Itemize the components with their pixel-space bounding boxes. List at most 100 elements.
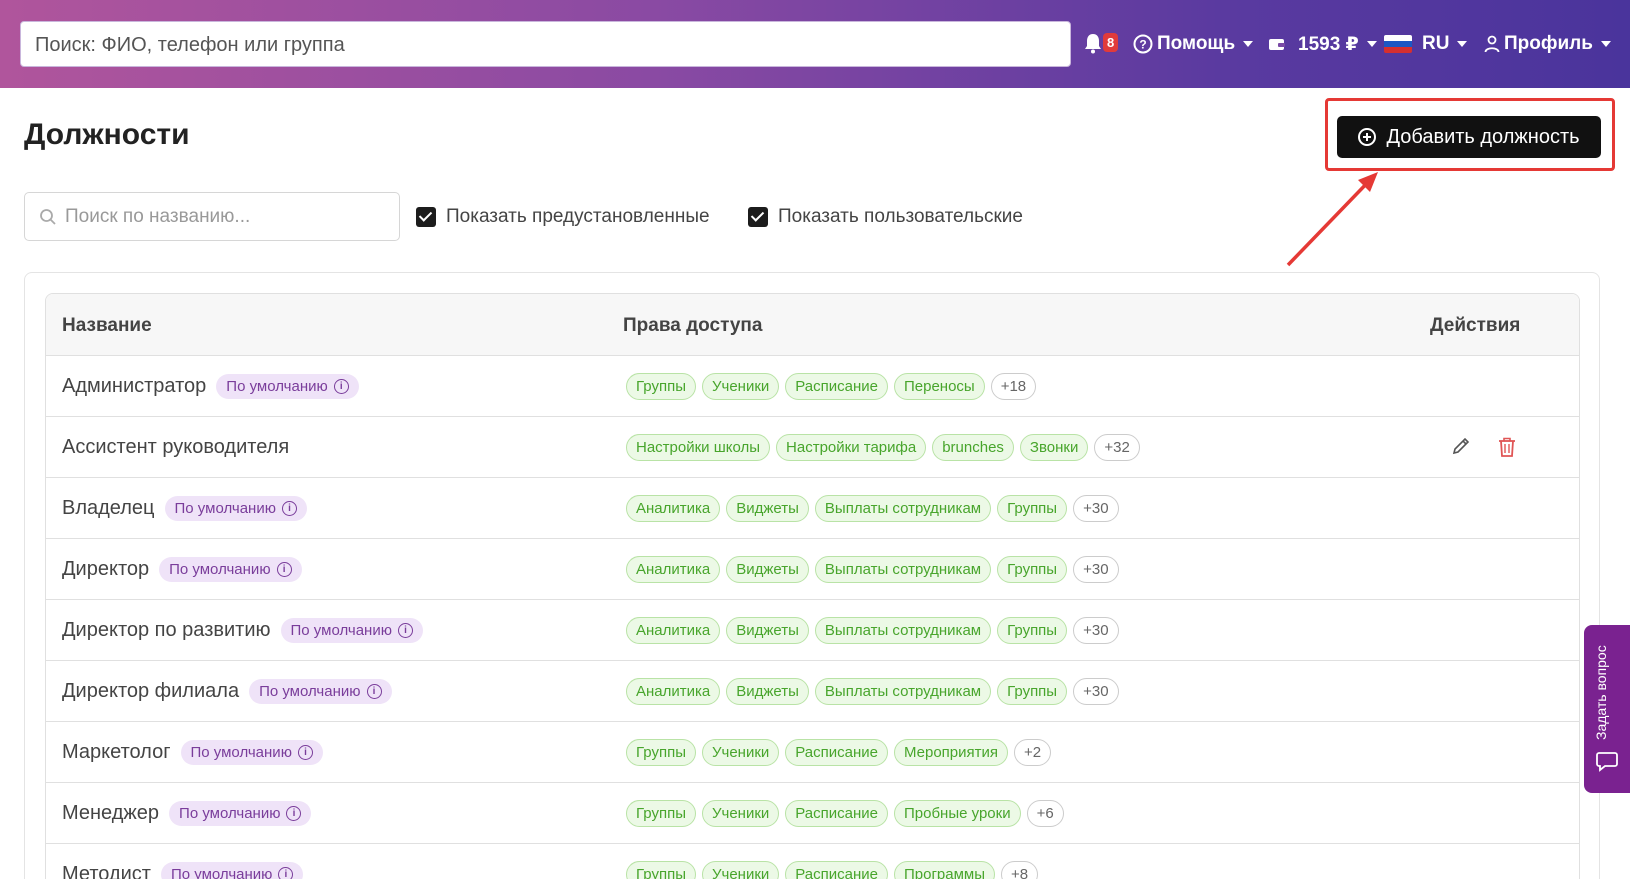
show-predefined-checkbox[interactable] (416, 207, 436, 227)
table-row: Директор по развитию По умолчанию i Аналити… (46, 600, 1579, 661)
chevron-down-icon (1600, 41, 1611, 47)
permission-tag: brunches (932, 434, 1014, 461)
plus-circle-icon (1358, 128, 1377, 146)
permission-tag: Настройки тарифа (776, 434, 927, 461)
show-custom-toggle[interactable]: Показать пользовательские (748, 206, 1023, 228)
info-icon[interactable]: i (278, 867, 294, 879)
ask-question-label: Задать вопрос (1593, 645, 1609, 740)
position-name-cell: Администратор По умолчанию i (62, 356, 359, 417)
chevron-down-icon (1243, 41, 1254, 47)
position-search-input[interactable]: Поиск по названию... (24, 192, 400, 241)
permission-tag: Группы (997, 495, 1068, 522)
row-actions (1451, 436, 1517, 458)
add-position-button[interactable]: Добавить должность (1337, 116, 1601, 158)
info-icon[interactable]: i (366, 684, 382, 699)
russia-flag-icon (1384, 35, 1412, 53)
default-badge: По умолчанию i (159, 557, 302, 582)
permission-tag: Группы (997, 678, 1068, 705)
help-label: Помощь (1157, 33, 1236, 54)
balance-value: 1593 ₽ (1298, 33, 1359, 55)
page-title: Должности (24, 118, 190, 151)
default-badge-label: По умолчанию (174, 500, 276, 517)
balance-menu[interactable]: 1593 ₽ (1268, 30, 1377, 58)
permission-tag: Виджеты (726, 556, 809, 583)
position-name-cell: Ассистент руководителя (62, 417, 289, 478)
more-permissions-badge[interactable]: +30 (1073, 617, 1119, 644)
global-search-input[interactable]: Поиск: ФИО, телефон или группа (20, 21, 1071, 67)
annotation-arrow-icon (1286, 172, 1378, 267)
more-permissions-badge[interactable]: +32 (1094, 434, 1140, 461)
permissions-cell: Аналитика Виджеты Выплаты сотрудникам Групп… (626, 478, 1119, 539)
show-predefined-toggle[interactable]: Показать предустановленные (416, 206, 710, 228)
permission-tag: Ученики (701, 739, 780, 766)
table-row: Менеджер По умолчанию i Группы Ученики Распис… (46, 783, 1579, 844)
position-name: Владелец (62, 497, 155, 519)
info-icon[interactable]: i (281, 501, 297, 516)
permission-tag: Выплаты сотрудникам (814, 678, 992, 705)
trash-icon[interactable] (1497, 436, 1517, 458)
permission-tag: Расписание (785, 861, 888, 879)
info-icon[interactable]: i (276, 562, 292, 577)
permission-tag: Виджеты (726, 495, 809, 522)
column-header-permissions: Права доступа (623, 315, 763, 336)
info-icon[interactable]: i (286, 806, 302, 821)
default-badge: По умолчанию i (169, 801, 312, 826)
language-menu[interactable]: RU (1384, 30, 1468, 58)
default-badge-label: По умолчанию (290, 622, 392, 639)
permission-tag: Аналитика (626, 495, 721, 522)
help-menu[interactable]: ? Помощь (1133, 30, 1254, 58)
permission-tag: Расписание (785, 373, 888, 400)
position-name-cell: Менеджер По умолчанию i (62, 783, 312, 844)
position-name-cell: Директор По умолчанию i (62, 539, 302, 600)
position-name: Администратор (62, 375, 207, 397)
position-name: Ассистент руководителя (62, 436, 290, 458)
permission-tag: Ученики (701, 861, 780, 879)
notifications-button[interactable]: 8 (1083, 32, 1121, 56)
position-name-cell: Директор филиала По умолчанию i (62, 661, 392, 722)
permission-tag: Группы (626, 373, 696, 400)
show-custom-checkbox[interactable] (748, 207, 768, 227)
info-icon[interactable]: i (333, 379, 349, 394)
position-name: Директор (62, 558, 150, 580)
notification-count-badge: 8 (1103, 33, 1119, 52)
permission-tag: Группы (626, 800, 696, 827)
search-icon (40, 208, 56, 225)
default-badge: По умолчанию i (180, 740, 323, 765)
more-permissions-badge[interactable]: +6 (1026, 800, 1064, 827)
question-circle-icon: ? (1133, 34, 1153, 54)
more-permissions-badge[interactable]: +2 (1014, 739, 1052, 766)
more-permissions-badge[interactable]: +30 (1073, 678, 1119, 705)
position-search-placeholder: Поиск по названию... (65, 205, 251, 227)
info-icon[interactable]: i (297, 745, 313, 760)
position-name: Менеджер (62, 802, 160, 824)
default-badge: По умолчанию i (160, 862, 304, 879)
default-badge: По умолчанию i (216, 374, 359, 399)
permission-tag: Виджеты (726, 678, 809, 705)
permissions-cell: Аналитика Виджеты Выплаты сотрудникам Групп… (626, 600, 1119, 661)
position-name: Методист (62, 863, 151, 879)
top-bar: Поиск: ФИО, телефон или группа 8 ? Помощ… (0, 0, 1630, 88)
more-permissions-badge[interactable]: +30 (1073, 495, 1119, 522)
default-badge-label: По умолчанию (190, 744, 292, 761)
column-header-name: Название (62, 315, 152, 336)
permission-tag: Выплаты сотрудникам (814, 495, 992, 522)
position-name: Директор по развитию (62, 619, 271, 641)
permission-tag: Расписание (785, 739, 888, 766)
more-permissions-badge[interactable]: +18 (990, 373, 1037, 400)
permission-tag: Группы (997, 617, 1068, 644)
permissions-cell: Настройки школы Настройки тарифа brunches З… (626, 417, 1140, 478)
permission-tag: Ученики (701, 800, 780, 827)
profile-menu[interactable]: Профиль (1484, 30, 1611, 58)
table-row: Директор филиала По умолчанию i Аналитика Ви… (46, 661, 1579, 722)
table-row: Владелец По умолчанию i Аналитика Виджеты Вып… (46, 478, 1579, 539)
default-badge: По умолчанию i (164, 496, 307, 521)
default-badge-label: По умолчанию (179, 805, 281, 822)
pencil-icon[interactable] (1451, 436, 1471, 456)
more-permissions-badge[interactable]: +30 (1073, 556, 1119, 583)
info-icon[interactable]: i (397, 623, 413, 638)
more-permissions-badge[interactable]: +8 (1001, 861, 1039, 879)
table-row: Ассистент руководителя Настройки школы Нас… (46, 417, 1579, 478)
position-name-cell: Директор по развитию По умолчанию i (62, 600, 423, 661)
permission-tag: Выплаты сотрудникам (814, 556, 992, 583)
permission-tag: Аналитика (626, 556, 721, 583)
